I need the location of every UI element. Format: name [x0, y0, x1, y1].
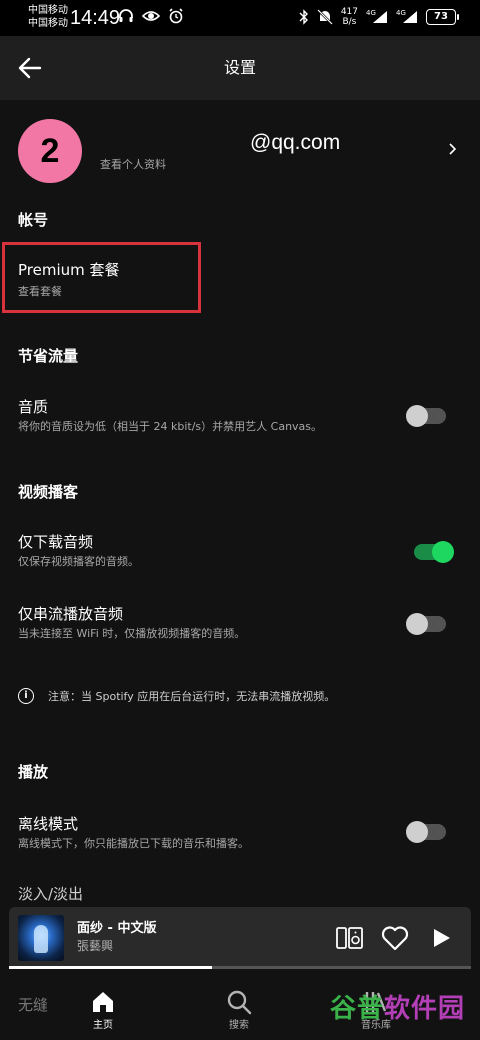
gapless-label: 无缝: [18, 996, 49, 1014]
devices-icon[interactable]: [336, 926, 364, 950]
download-audio-only-row[interactable]: 仅下载音频 仅保存视频播客的音频。: [0, 524, 480, 576]
carrier-label-2: 中国移动: [28, 18, 68, 29]
stream-audio-only-title: 仅串流播放音频: [18, 605, 124, 623]
video-background-note: 注意：当 Spotify 应用在后台运行时，无法串流播放视频。: [48, 690, 336, 703]
bluetooth-icon: [299, 9, 308, 25]
eye-icon: [142, 11, 160, 21]
mini-player[interactable]: 面纱 - 中文版 張藝興: [9, 907, 471, 969]
headphones-icon: [119, 9, 133, 22]
section-title-account: 帐号: [18, 211, 49, 229]
signal-icon: 4G: [366, 8, 388, 26]
offline-mode-toggle[interactable]: [406, 821, 446, 843]
page-title: 设置: [223, 58, 256, 77]
section-title-data-saver: 节省流量: [18, 347, 79, 365]
net-speed-unit: B/s: [342, 17, 357, 27]
chevron-right-icon: [449, 143, 457, 155]
settings-header: 设置: [0, 36, 480, 100]
nav-search-label: 搜索: [229, 1020, 249, 1031]
audio-quality-subtitle: 将你的音质设为低（相当于 24 kbit/s）并禁用艺人 Canvas。: [18, 420, 323, 433]
profile-subtitle: 查看个人资料: [100, 158, 166, 171]
stream-audio-only-subtitle: 当未连接至 WiFi 时，仅播放视频播客的音频。: [18, 627, 246, 640]
stream-audio-only-row[interactable]: 仅串流播放音频 当未连接至 WiFi 时，仅播放视频播客的音频。: [0, 596, 480, 648]
mute-icon: [316, 9, 333, 25]
offline-mode-title: 离线模式: [18, 815, 79, 833]
nav-home-label: 主页: [93, 1020, 113, 1031]
album-art: [18, 915, 64, 961]
status-bar: 中国移动 中国移动 14:49 417 B/s 4G 4G 73: [0, 0, 480, 36]
battery-icon: 73: [426, 9, 459, 25]
download-audio-only-subtitle: 仅保存视频播客的音频。: [18, 555, 139, 568]
net-speed-value: 417: [340, 7, 358, 17]
audio-quality-title: 音质: [18, 398, 49, 416]
wifi-icon: 4G: [396, 8, 418, 26]
track-artist: 張藝興: [77, 939, 114, 953]
progress-track[interactable]: [9, 966, 471, 969]
search-icon: [227, 990, 252, 1015]
progress-fill: [9, 966, 213, 969]
track-title: 面纱 - 中文版: [77, 921, 157, 936]
download-audio-only-toggle[interactable]: [414, 541, 454, 563]
section-title-playback: 播放: [18, 763, 49, 781]
home-icon: [93, 992, 113, 1012]
audio-quality-toggle[interactable]: [406, 405, 446, 427]
carrier-label-1: 中国移动: [28, 5, 68, 16]
crossfade-title[interactable]: 淡入/淡出: [18, 884, 83, 904]
highlight-box: [2, 242, 201, 313]
clock: 14:49: [70, 7, 121, 29]
alarm-icon: [169, 8, 183, 24]
section-title-video-podcasts: 视频播客: [18, 483, 79, 501]
profile-email: @qq.com: [250, 131, 341, 154]
heart-icon[interactable]: [381, 925, 409, 951]
profile-row[interactable]: 2 @qq.com 查看个人资料: [0, 108, 480, 194]
audio-quality-row[interactable]: 音质 将你的音质设为低（相当于 24 kbit/s）并禁用艺人 Canvas。: [0, 390, 480, 442]
stream-audio-only-toggle[interactable]: [406, 613, 446, 635]
avatar: 2: [18, 119, 82, 183]
offline-mode-subtitle: 离线模式下，你只能播放已下载的音乐和播客。: [18, 837, 249, 850]
play-icon[interactable]: [430, 927, 452, 949]
watermark-part-2: 软件园: [384, 993, 466, 1023]
info-icon: i: [18, 688, 34, 704]
nav-home[interactable]: 主页: [63, 970, 143, 1040]
nav-search[interactable]: 搜索: [199, 970, 279, 1040]
offline-mode-row[interactable]: 离线模式 离线模式下，你只能播放已下载的音乐和播客。: [0, 806, 480, 858]
download-audio-only-title: 仅下载音频: [18, 533, 94, 551]
watermark-part-1: 谷普: [330, 993, 385, 1023]
watermark: 谷普软件园: [330, 990, 465, 1026]
